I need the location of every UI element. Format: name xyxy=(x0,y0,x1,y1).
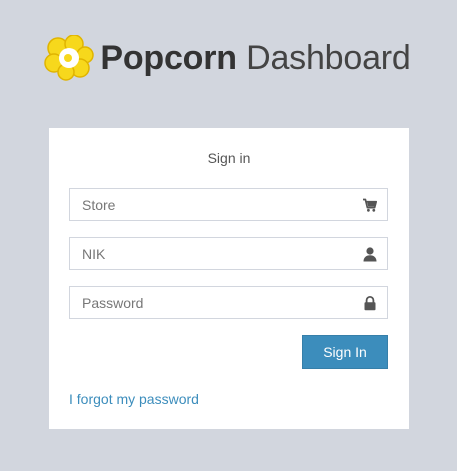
password-field xyxy=(69,286,388,319)
password-input[interactable] xyxy=(70,287,387,318)
cart-icon xyxy=(363,198,378,212)
store-input[interactable] xyxy=(70,189,387,220)
popcorn-icon xyxy=(44,35,95,81)
app-title: Popcorn Dashboard xyxy=(100,39,410,78)
lock-icon xyxy=(364,296,376,311)
app-title-bold: Popcorn xyxy=(100,38,237,77)
login-box-message: Sign in xyxy=(207,150,251,166)
app-logo: Popcorn Dashboard xyxy=(0,30,457,86)
nik-input[interactable] xyxy=(70,238,387,269)
store-field xyxy=(69,188,388,221)
app-title-light: Dashboard xyxy=(246,38,411,77)
user-icon xyxy=(363,247,377,262)
forgot-password-link[interactable]: I forgot my password xyxy=(69,391,199,407)
sign-in-button[interactable]: Sign In xyxy=(302,335,388,369)
nik-field xyxy=(69,237,388,270)
login-box: Sign in Sign In I forgot my password xyxy=(49,128,409,429)
